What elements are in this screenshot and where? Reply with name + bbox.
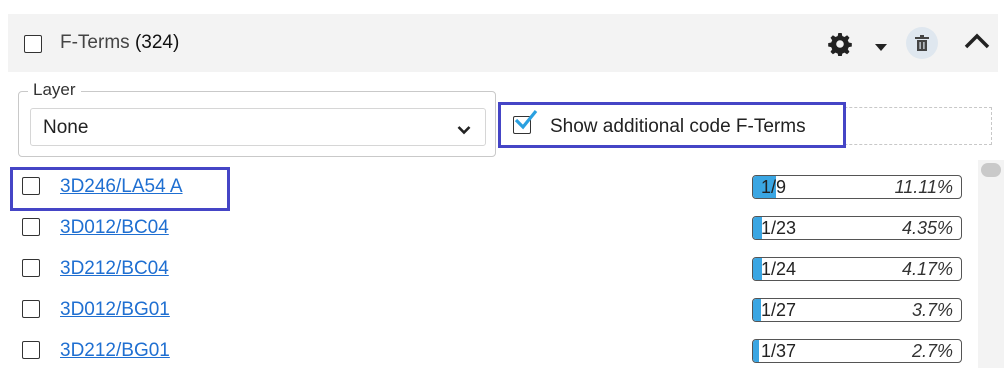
frequency-percent: 2.7% [911, 341, 953, 361]
show-additional-fterms-toggle[interactable]: Show additional code F-Terms [498, 102, 846, 148]
row-checkbox[interactable] [22, 259, 40, 277]
list-item: 3D012/BC04 1/23 4.35% [0, 208, 975, 248]
frequency-bar-fill [753, 299, 761, 321]
frequency-fraction: 1/27 [761, 300, 797, 320]
frequency-fraction: 1/9 [761, 177, 787, 197]
layer-selected-value: None [43, 117, 89, 138]
select-all-checkbox[interactable] [24, 35, 42, 53]
frequency-percent: 11.11% [894, 177, 953, 197]
frequency-bar: 1/37 2.7% [752, 339, 962, 363]
row-checkbox[interactable] [22, 218, 40, 236]
row-checkbox[interactable] [22, 177, 40, 195]
chevron-down-icon [457, 122, 471, 140]
show-additional-label: Show additional code F-Terms [550, 116, 806, 137]
list-item: 3D012/BG01 1/27 3.7% [0, 290, 975, 330]
list-item: 3D246/LA54 A 1/9 11.11% [0, 167, 975, 207]
frequency-percent: 3.7% [911, 300, 953, 320]
fterms-panel-header: F-Terms (324) [8, 14, 998, 72]
frequency-bar: 1/27 3.7% [752, 298, 962, 322]
frequency-fraction: 1/24 [761, 259, 797, 279]
row-checkbox[interactable] [22, 341, 40, 359]
frequency-fraction: 1/23 [761, 218, 797, 238]
scrollbar-thumb[interactable] [981, 163, 1001, 177]
trash-icon [915, 35, 929, 51]
caret-down-icon[interactable] [874, 39, 888, 57]
layer-label: Layer [28, 80, 81, 100]
frequency-bar: 1/23 4.35% [752, 216, 962, 240]
frequency-percent: 4.17% [901, 259, 953, 279]
row-checkbox[interactable] [22, 300, 40, 318]
frequency-fraction: 1/37 [761, 341, 797, 361]
panel-title-text: F-Terms [60, 32, 130, 53]
fterm-link[interactable]: 3D212/BC04 [60, 258, 169, 280]
checkmark-icon [514, 109, 538, 136]
layer-select[interactable]: None [30, 108, 486, 146]
fterm-link[interactable]: 3D012/BG01 [60, 299, 170, 321]
panel-title: F-Terms (324) [60, 32, 179, 54]
fterm-link[interactable]: 3D212/BG01 [60, 340, 170, 362]
delete-button[interactable] [906, 27, 938, 59]
frequency-bar-fill [753, 340, 759, 362]
fterm-link[interactable]: 3D012/BC04 [60, 217, 169, 239]
fterm-link[interactable]: 3D246/LA54 A [60, 176, 183, 198]
fterm-list: 3D246/LA54 A 1/9 11.11% 3D012/BC04 1/23 … [0, 165, 975, 368]
list-item: 3D212/BG01 1/37 2.7% [0, 331, 975, 371]
panel-count: (324) [134, 32, 180, 53]
list-scrollbar[interactable] [978, 160, 1004, 368]
list-item: 3D212/BC04 1/24 4.17% [0, 249, 975, 289]
frequency-bar: 1/9 11.11% [752, 175, 962, 199]
frequency-bar: 1/24 4.17% [752, 257, 962, 281]
frequency-percent: 4.35% [901, 218, 953, 238]
settings-gear-icon[interactable] [828, 32, 852, 61]
chevron-up-icon[interactable] [964, 32, 990, 55]
